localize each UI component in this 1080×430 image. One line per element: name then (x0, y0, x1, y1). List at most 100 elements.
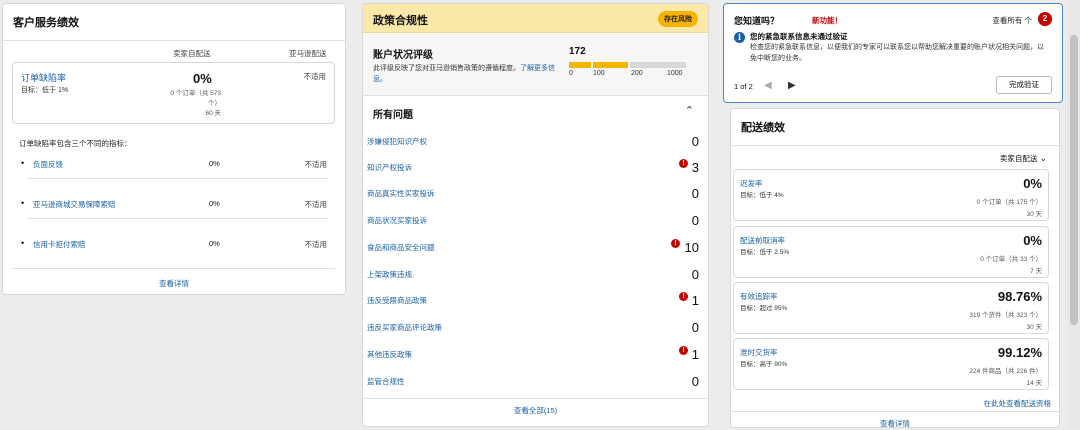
odr-target: 目标：低于 1% (21, 87, 69, 94)
account-health-box: 账户状况评级 此评级反映了您对亚马逊销售政策的遵循程度。了解更多信息。 172 … (363, 34, 708, 96)
metric-link[interactable]: 信用卡拒付索赔 (33, 239, 86, 250)
issue-row: 上架政策违规 0 (367, 262, 699, 288)
fulfillment-dropdown[interactable]: 卖家自配送 ⌄ (1000, 153, 1047, 164)
col-seller-header: 卖家自配送 (173, 49, 211, 58)
issue-link[interactable]: 食品和商品安全问题 (367, 242, 435, 253)
delivery-metric-sub: 319 个货件（共 323 个） (969, 312, 1042, 319)
dyk-headline: 您的紧急联系信息未通过验证 (750, 32, 848, 41)
customer-service-title: 客户服务绩效 (3, 4, 345, 41)
divider (27, 178, 329, 179)
dyk-title: 您知道吗？ (734, 16, 780, 26)
scrollbar-thumb[interactable] (1070, 35, 1078, 325)
issue-row: 商品状况买家投诉 0 (367, 208, 699, 234)
delivery-metric-target: 目标：低于 2.5% (740, 249, 790, 256)
metric-value: 0% (209, 199, 220, 208)
issue-link[interactable]: 违反受限商品政策 (367, 295, 427, 306)
delivery-metric-days: 30 天 (1026, 211, 1042, 218)
ahr-score: 172 (569, 46, 586, 57)
delivery-performance-card: 配送绩效 卖家自配送 ⌄ 迟发率 目标：低于 4% 0% 0 个订单（共 175… (730, 108, 1060, 428)
ahr-tick: 100 (593, 70, 605, 77)
customer-service-card: 客户服务绩效 卖家自配送 亚马逊配送 订单缺陷率 目标：低于 1% 0% 0 个… (2, 3, 346, 295)
did-you-know-card: 您知道吗？ 新功能！ 查看所有 个 2 i 您的紧急联系信息未通过验证 检查您的… (723, 3, 1063, 103)
issue-link[interactable]: 涉嫌侵犯知识产权 (367, 136, 427, 147)
ahr-desc: 此评级反映了您对亚马逊销售政策的遵循程度。了解更多信息。 (373, 63, 558, 85)
issue-count: 3 (691, 160, 699, 175)
pager-label: 1 of 2 (734, 82, 753, 91)
issue-link[interactable]: 知识产权投诉 (367, 162, 412, 173)
issue-link[interactable]: 其他违反政策 (367, 349, 412, 360)
delivery-metric-box: 迟发率 目标：低于 4% 0% 0 个订单（共 175 个） 30 天 (733, 169, 1049, 221)
ahr-segment (569, 62, 591, 68)
issue-count: 1 (691, 347, 699, 362)
issue-row: 知识产权投诉 ! 3 (367, 155, 699, 181)
issues-title: 所有问题 (373, 110, 413, 121)
delivery-metric-link[interactable]: 迟发率 (740, 178, 763, 189)
alert-icon: ! (679, 159, 688, 168)
next-arrow-icon[interactable]: ▶ (788, 80, 796, 91)
complete-verification-button[interactable]: 完成验证 (996, 76, 1052, 94)
bullet-icon: • (21, 158, 25, 168)
delivery-eligibility-link[interactable]: 在此处查看配送资格 (984, 398, 1052, 409)
divider (363, 398, 708, 399)
ahr-tick: 1000 (667, 70, 683, 77)
metric-row: • 亚马逊商城交易保障索赔 0% 不适用 (19, 190, 329, 226)
ahr-desc-text: 此评级反映了您对亚马逊销售政策的遵循程度。 (373, 65, 520, 72)
delivery-metric-days: 7 天 (1030, 268, 1042, 275)
chevron-up-icon[interactable]: ⌃ (685, 104, 694, 117)
issue-row: 食品和商品安全问题 ! 10 (367, 235, 699, 261)
col-amazon-header: 亚马逊配送 (289, 49, 327, 58)
delivery-metric-target: 目标：超过 95% (740, 305, 788, 312)
issue-link[interactable]: 商品状况买家投诉 (367, 215, 427, 226)
issue-row: 商品真实性买家投诉 0 (367, 181, 699, 207)
metric-link[interactable]: 负面反馈 (33, 159, 63, 170)
issue-link[interactable]: 商品真实性买家投诉 (367, 188, 435, 199)
delivery-metric-value: 0% (1023, 176, 1042, 191)
delivery-metric-sub: 0 个订单（共 33 个） (980, 256, 1042, 263)
ahr-title: 账户状况评级 (373, 50, 433, 61)
odr-days: 60 天 (205, 110, 221, 117)
issue-link[interactable]: 上架政策违规 (367, 269, 412, 280)
risk-badge: 存在风险 (658, 11, 698, 27)
issue-count: 0 (691, 320, 699, 335)
issue-link[interactable]: 违反买家商品评论政策 (367, 322, 442, 333)
policy-header: 政策合规性 存在风险 (363, 4, 708, 33)
delivery-metric-link[interactable]: 有效追踪率 (740, 291, 778, 302)
bullet-icon: • (21, 198, 25, 208)
policy-compliance-card: 政策合规性 存在风险 账户状况评级 此评级反映了您对亚马逊销售政策的遵循程度。了… (362, 3, 709, 427)
metric-value: 0% (209, 239, 220, 248)
metric-link[interactable]: 亚马逊商城交易保障索赔 (33, 199, 116, 210)
ahr-tick: 200 (631, 70, 643, 77)
prev-arrow-icon[interactable]: ◀ (764, 80, 772, 91)
issue-count: 0 (691, 267, 699, 282)
issue-count: 0 (691, 134, 699, 149)
issue-link[interactable]: 监管合规性 (367, 376, 405, 387)
dyk-new: 新功能！ (812, 16, 842, 25)
issue-row: 违反受限商品政策 ! 1 (367, 288, 699, 314)
metric-amazon: 不适用 (304, 160, 328, 169)
delivery-view-details-link[interactable]: 查看详情 (731, 418, 1059, 429)
alert-icon: ! (679, 292, 688, 301)
alert-icon: ! (671, 239, 680, 248)
view-all-link[interactable]: 查看全部(15) (363, 405, 708, 416)
dyk-body: 检查您的紧急联系信息，以便我们的专家可以联系您以帮助您解决重要的账户状况相关问题… (750, 44, 1044, 62)
delivery-metric-sub: 0 个订单（共 175 个） (976, 199, 1042, 206)
dyk-view-all[interactable]: 查看所有 个 (992, 15, 1032, 26)
delivery-metric-target: 目标：高于 90% (740, 361, 788, 368)
delivery-metric-value: 0% (1023, 233, 1042, 248)
delivery-title: 配送绩效 (731, 109, 1059, 146)
ahr-tick: 0 (569, 70, 573, 77)
odr-box: 订单缺陷率 目标：低于 1% 0% 0 个订单（共 573 个） 60 天 不适… (12, 62, 335, 124)
view-details-link[interactable]: 查看详情 (3, 278, 345, 289)
page-scrollbar[interactable] (1068, 0, 1080, 430)
metric-row: • 信用卡拒付索赔 0% 不适用 (19, 230, 329, 266)
delivery-metric-link[interactable]: 配送前取消率 (740, 235, 785, 246)
delivery-metric-link[interactable]: 准时交货率 (740, 347, 778, 358)
issue-count: 0 (691, 213, 699, 228)
odr-link[interactable]: 订单缺陷率 (21, 71, 66, 84)
issue-row: 其他违反政策 ! 1 (367, 342, 699, 368)
divider (27, 218, 329, 219)
delivery-metric-box: 有效追踪率 目标：超过 95% 98.76% 319 个货件（共 323 个） … (733, 282, 1049, 334)
delivery-metric-days: 14 天 (1026, 380, 1042, 387)
odr-note: 订单缺陷率包含三个不同的指标： (19, 139, 132, 148)
delivery-metric-sub: 224 件商品（共 226 件） (969, 368, 1042, 375)
